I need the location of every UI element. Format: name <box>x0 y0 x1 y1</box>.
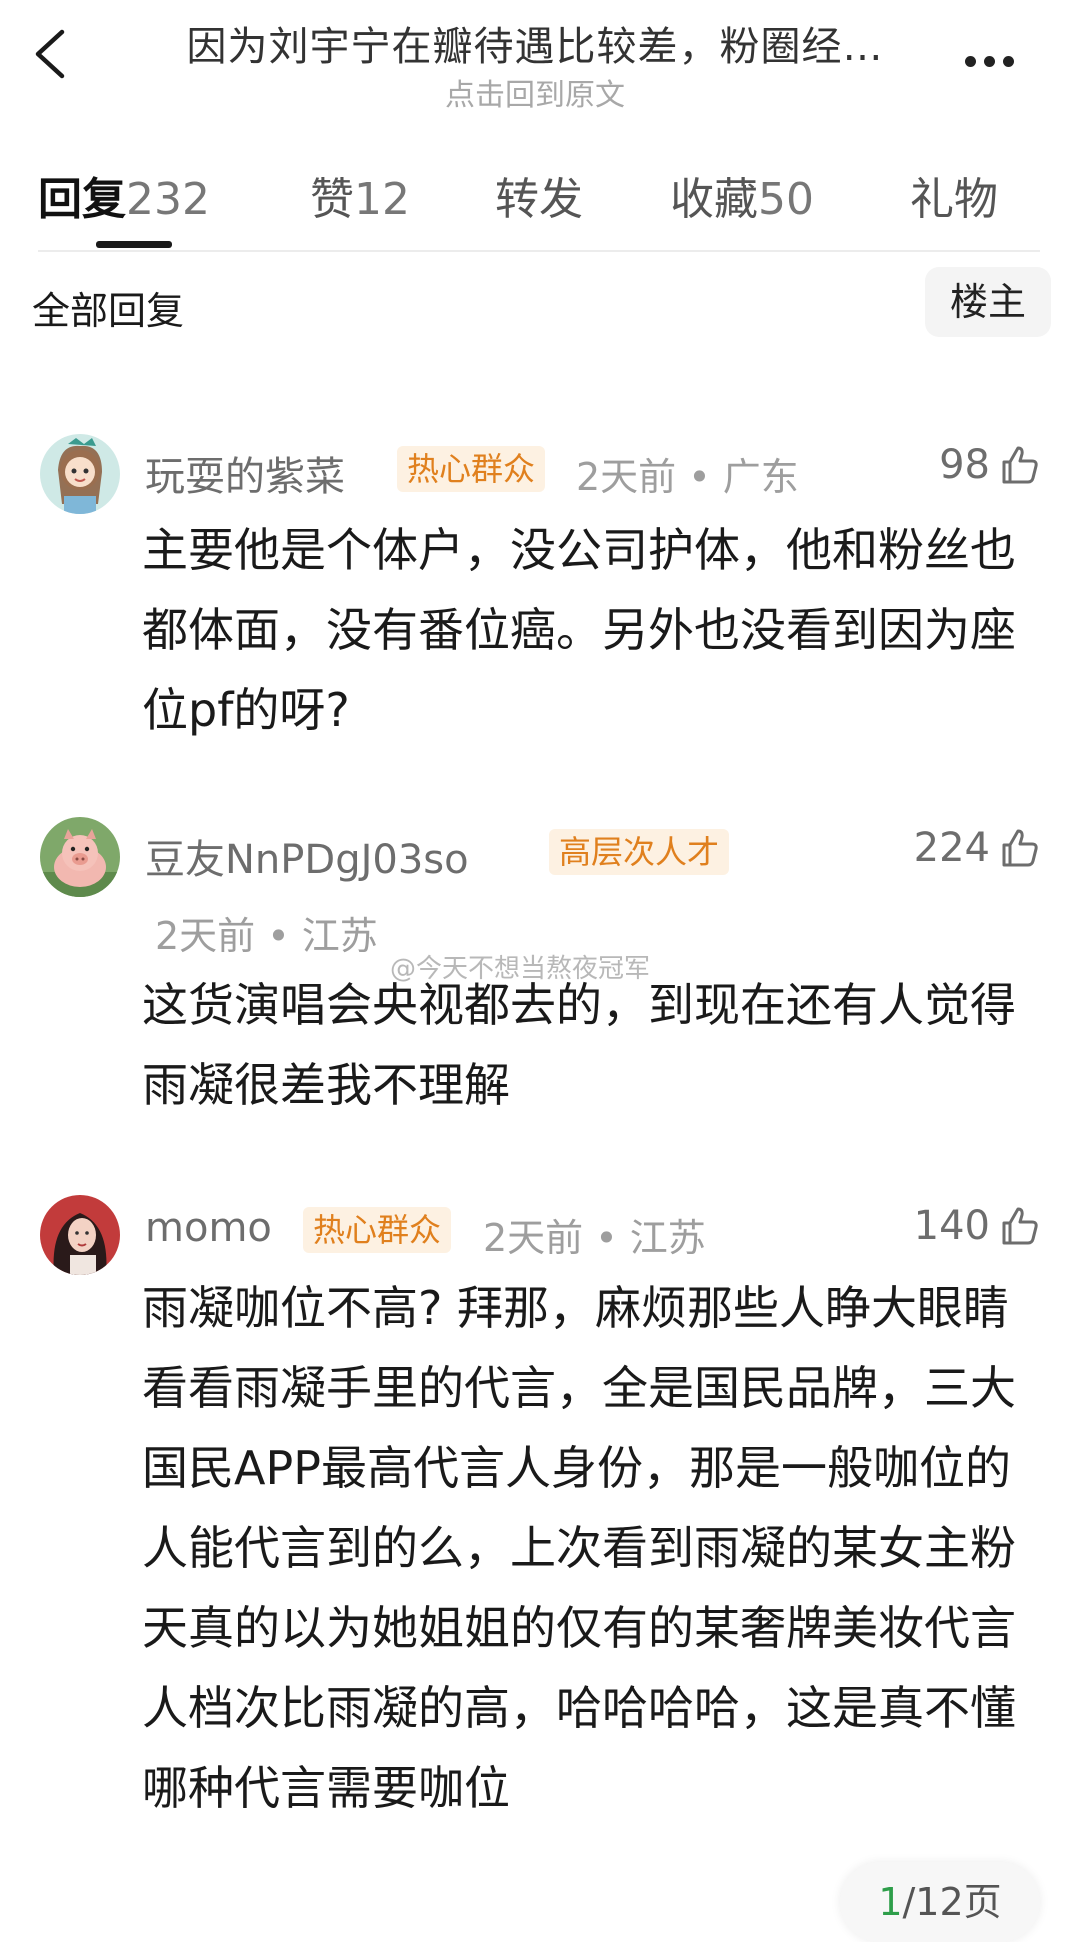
username[interactable]: momo <box>145 1205 272 1251</box>
tab-label: 礼物 <box>910 174 998 225</box>
like-button[interactable]: 140 <box>914 1203 1040 1249</box>
avatar[interactable] <box>40 434 120 514</box>
tab-count: 50 <box>758 174 814 225</box>
top-bar: 因为刘宇宁在瓣待遇比较差，粉圈经… 点击回到原文 <box>0 0 1080 120</box>
back-to-original-link[interactable]: 点击回到原文 <box>120 70 950 114</box>
back-arrow-icon[interactable] <box>28 22 72 86</box>
tab-gifts[interactable]: 礼物 <box>910 163 998 227</box>
username[interactable]: 玩耍的紫菜 <box>145 444 345 502</box>
post-title[interactable]: 因为刘宇宁在瓣待遇比较差，粉圈经… <box>120 14 950 72</box>
tab-label: 收藏 <box>670 174 758 225</box>
divider <box>38 250 1040 252</box>
tab-count: 232 <box>126 174 210 225</box>
page-indicator[interactable]: 1/12页 <box>840 1862 1040 1942</box>
comment-meta: 2天前 • 江苏 <box>155 914 378 958</box>
user-badge: 热心群众 <box>397 446 546 492</box>
avatar[interactable] <box>40 1195 120 1275</box>
tab-reposts[interactable]: 转发 <box>495 163 583 227</box>
owner-only-button[interactable]: 楼主 <box>925 267 1051 337</box>
comment-text: 主要他是个体户，没公司护体，他和粉丝也都体面，没有番位癌。另外也没看到因为座位p… <box>142 523 1016 737</box>
user-badge: 热心群众 <box>303 1207 452 1253</box>
like-count: 98 <box>939 442 990 488</box>
comment-text: 雨凝咖位不高? 拜那，麻烦那些人睁大眼睛看看雨凝手里的代言，全是国民品牌，三大国… <box>142 1281 1016 1815</box>
like-button[interactable]: 224 <box>914 825 1040 871</box>
current-page: 1 <box>878 1880 903 1924</box>
avatar[interactable] <box>40 817 120 897</box>
tab-likes[interactable]: 赞12 <box>310 163 410 227</box>
active-tab-indicator <box>96 241 172 248</box>
tab-label: 赞 <box>310 174 354 225</box>
all-replies-label[interactable]: 全部回复 <box>32 280 184 335</box>
thumbs-up-icon <box>1002 446 1038 484</box>
more-options-icon[interactable] <box>965 52 1035 68</box>
like-count: 140 <box>913 1203 990 1249</box>
tab-label: 回复 <box>38 174 126 225</box>
tab-bar: 回复232 赞12 转发 收藏50 礼物 <box>0 155 1080 250</box>
total-pages: /12页 <box>902 1880 1002 1924</box>
thumbs-up-icon <box>1002 1207 1038 1245</box>
comment-meta: 2天前 • 广东 <box>576 455 799 499</box>
comment-text: 这货演唱会央视都去的，到现在还有人觉得雨凝很差我不理解 <box>142 978 1016 1112</box>
tab-count: 12 <box>354 174 410 225</box>
tab-label: 转发 <box>495 174 583 225</box>
comment-meta: 2天前 • 江苏 <box>483 1216 706 1260</box>
like-count: 224 <box>913 825 990 871</box>
user-badge: 高层次人才 <box>549 829 730 875</box>
tab-favorites[interactable]: 收藏50 <box>670 163 814 227</box>
username[interactable]: 豆友NnPDgJ03so <box>145 827 469 885</box>
thumbs-up-icon <box>1002 829 1038 867</box>
tab-replies[interactable]: 回复232 <box>38 163 210 227</box>
watermark: @今天不想当熬夜冠军 <box>390 954 651 984</box>
like-button[interactable]: 98 <box>939 442 1040 488</box>
